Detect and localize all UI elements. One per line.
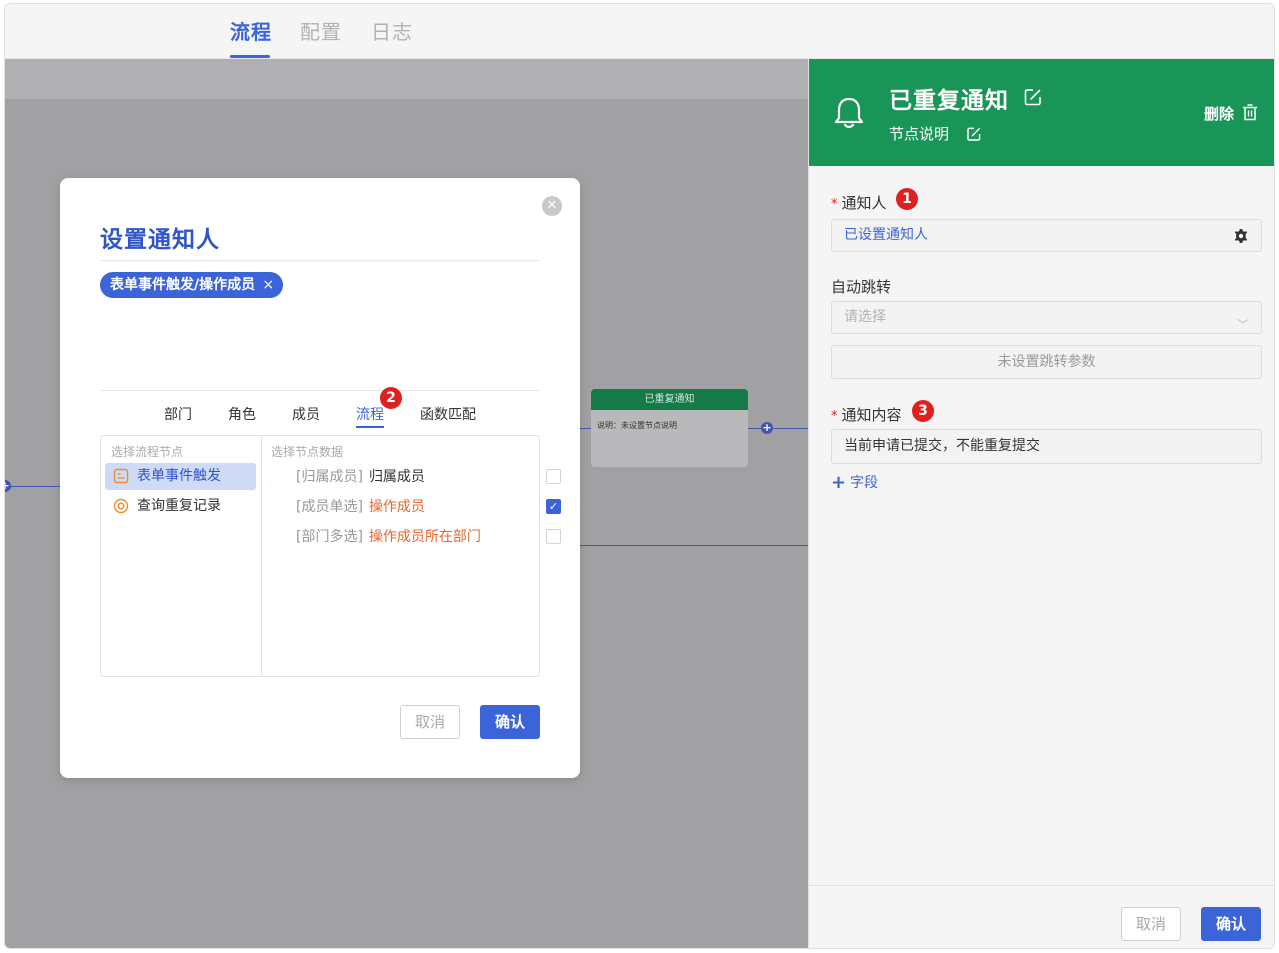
step-badge-1: 1: [896, 188, 918, 210]
panel-header: 已重复通知 节点说明 删除: [809, 59, 1274, 166]
node-settings-panel: 已重复通知 节点说明 删除 * 通知人 1 已设置通知人 自动跳转 请选择 ﹀ …: [808, 59, 1274, 948]
tab-member[interactable]: 成员: [292, 404, 320, 424]
field-type-tag: [部门多选]: [296, 529, 363, 545]
field-list-hint: 选择节点数据: [271, 445, 344, 459]
panel-footer: 取消 确认: [809, 885, 1274, 948]
form-icon: [113, 468, 129, 484]
connector-line: [580, 545, 808, 546]
divider: [100, 390, 540, 391]
chip-label: 表单事件触发/操作成员: [110, 277, 256, 293]
node-description-label: 节点说明: [889, 125, 950, 143]
field-row[interactable]: [部门多选] 操作成员所在部门: [296, 525, 561, 549]
connector-line: [5, 486, 65, 487]
tab-flow-node[interactable]: 流程: [356, 404, 384, 424]
notifier-label: * 通知人: [831, 194, 887, 212]
close-icon[interactable]: ✕: [542, 196, 562, 216]
step-badge-2: 2: [380, 387, 402, 409]
field-row[interactable]: [成员单选] 操作成员 ✓: [296, 495, 561, 519]
chevron-down-icon: ﹀: [1236, 318, 1249, 332]
divider: [100, 260, 540, 261]
field-name: 操作成员: [368, 499, 425, 515]
tab-flow[interactable]: 流程: [230, 16, 272, 45]
canvas-toolbar-strip: [5, 59, 808, 99]
field-name: 操作成员所在部门: [368, 529, 481, 545]
field-type-tag: [成员单选]: [296, 499, 363, 515]
step-badge-3: 3: [912, 400, 934, 422]
tab-log[interactable]: 日志: [371, 16, 413, 45]
node-list-hint: 选择流程节点: [111, 445, 184, 459]
plus-icon: +: [831, 472, 847, 493]
field-checkbox-checked[interactable]: ✓: [546, 499, 561, 514]
node-item-label: 查询重复记录: [137, 498, 221, 514]
top-tab-bar: 流程 配置 日志: [5, 4, 1274, 59]
node-item-label: 表单事件触发: [137, 468, 221, 484]
add-node-icon[interactable]: +: [5, 480, 11, 492]
node-item-form-trigger[interactable]: 表单事件触发: [105, 463, 256, 490]
add-field-button[interactable]: + 字段: [831, 472, 878, 493]
flow-node-title: 已重复通知: [591, 389, 748, 410]
field-row[interactable]: [归属成员] 归属成员: [296, 465, 561, 489]
add-node-icon[interactable]: +: [761, 422, 773, 434]
flow-node-description: 说明：未设置节点说明: [597, 421, 677, 430]
cancel-button[interactable]: 取消: [400, 705, 460, 739]
selected-chip: 表单事件触发/操作成员 ×: [100, 272, 284, 298]
dialog-title: 设置通知人: [100, 227, 220, 253]
chip-remove-icon[interactable]: ×: [262, 272, 274, 298]
query-icon: [113, 498, 129, 514]
notify-content-label: * 通知内容: [831, 406, 902, 424]
panel-confirm-button[interactable]: 确认: [1201, 907, 1261, 941]
panel-cancel-button[interactable]: 取消: [1121, 907, 1181, 941]
edit-title-icon[interactable]: [1023, 87, 1043, 107]
node-item-query-repeat[interactable]: 查询重复记录: [105, 493, 256, 520]
tab-role[interactable]: 角色: [228, 404, 256, 424]
field-checkbox[interactable]: [546, 529, 561, 544]
panel-title: 已重复通知: [889, 88, 1009, 114]
active-tab-indicator: [230, 55, 270, 58]
auto-jump-label: 自动跳转: [831, 278, 892, 296]
tab-department[interactable]: 部门: [164, 404, 192, 424]
connector-line: [748, 428, 808, 429]
app-window: 流程 配置 日志 + + 已重复通知 说明：未设置节点说明 ✕ 设置通知人 表单…: [4, 3, 1275, 949]
bell-icon: [834, 97, 864, 129]
active-tab-indicator: [356, 426, 384, 428]
field-name: 归属成员: [368, 469, 425, 485]
trash-icon[interactable]: [1242, 104, 1258, 121]
delete-button[interactable]: 删除: [1204, 103, 1234, 124]
gear-icon[interactable]: [1233, 228, 1249, 244]
node-picker: 选择流程节点 选择节点数据 表单事件触发 查询重复记录 [归属成员] 归属成员: [100, 435, 561, 677]
auto-jump-select[interactable]: 请选择 ﹀: [831, 301, 1262, 334]
notify-content-input[interactable]: 当前申请已提交，不能重复提交: [831, 429, 1262, 464]
field-checkbox[interactable]: [546, 469, 561, 484]
edit-description-icon[interactable]: [966, 126, 982, 142]
divider: [261, 436, 262, 676]
field-type-tag: [归属成员]: [296, 469, 363, 485]
confirm-button[interactable]: 确认: [480, 705, 540, 739]
tab-config[interactable]: 配置: [300, 16, 342, 45]
flow-node-repeat-notify[interactable]: 已重复通知 说明：未设置节点说明: [591, 389, 748, 467]
tab-function-match[interactable]: 函数匹配: [420, 404, 476, 424]
set-notifier-dialog: ✕ 设置通知人 表单事件触发/操作成员 × 部门 角色 成员 流程 函数匹配 2…: [60, 178, 580, 778]
jump-params-button[interactable]: 未设置跳转参数: [831, 345, 1262, 379]
notifier-field[interactable]: 已设置通知人: [831, 219, 1262, 252]
